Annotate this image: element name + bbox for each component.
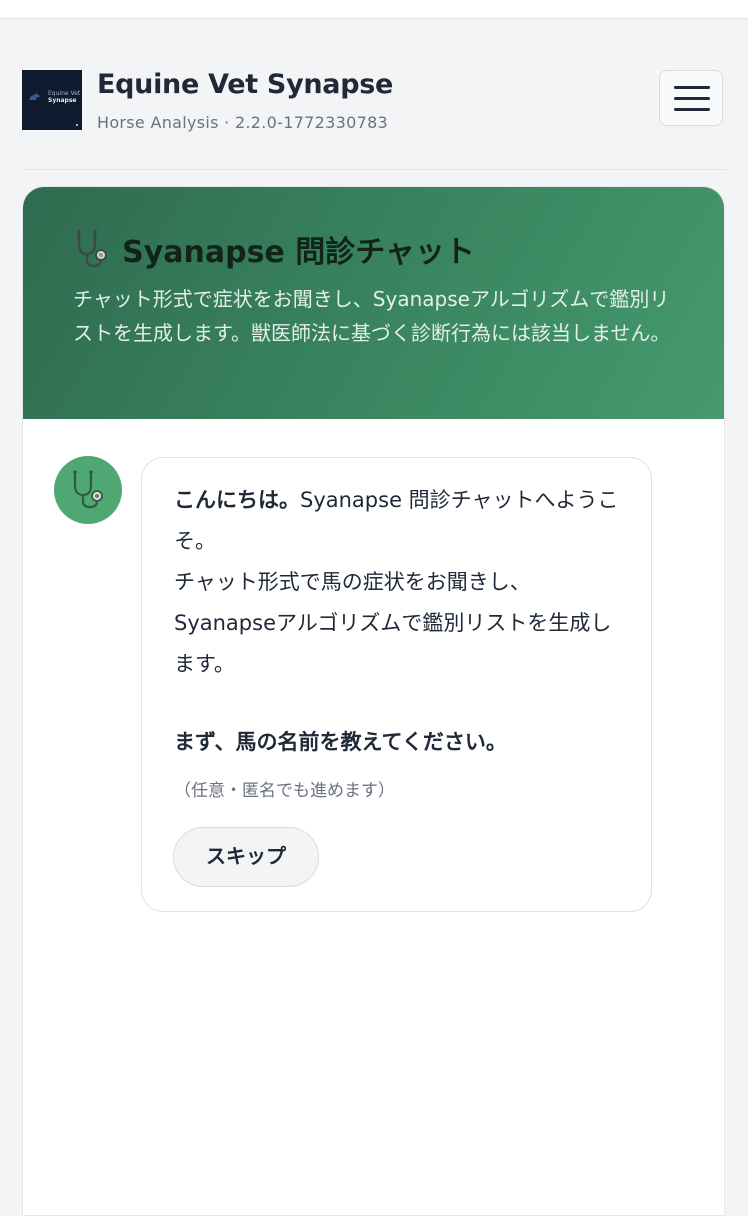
app-logo[interactable]: Equine Vet Synapse [22, 70, 82, 130]
stethoscope-icon [73, 470, 103, 509]
app-subtitle: Horse Analysis · 2.2.0-1772330783 [97, 113, 389, 132]
chat-card: Syanapse 問診チャット チャット形式で症状をお聞きし、Syanapseア… [22, 186, 725, 1216]
message-body: こんにちは。Syanapse 問診チャットへようこそ。 チャット形式で馬の症状を… [174, 480, 622, 685]
menu-button[interactable] [659, 70, 723, 126]
message-line-2: チャット形式で馬の症状をお聞きし、 [174, 570, 531, 594]
message-question: まず、馬の名前を教えてください。 [174, 730, 507, 754]
horse-logo-icon [29, 93, 41, 100]
logo-text-line1: Equine Vet [48, 90, 81, 97]
chat-description: チャット形式で症状をお聞きし、Syanapseアルゴリズムで鑑別リストを生成しま… [73, 287, 671, 345]
header-divider [22, 169, 726, 170]
chat-title: Syanapse 問診チャット [122, 235, 475, 270]
top-strip [0, 0, 748, 19]
app-header: Equine Vet Synapse Equine Vet Synapse Ho… [0, 19, 748, 169]
banner-title: Syanapse 問診チャット [71, 227, 475, 271]
logo-text-line2: Synapse [48, 97, 77, 104]
assistant-avatar [54, 456, 122, 524]
app-title: Equine Vet Synapse [97, 69, 394, 100]
assistant-message-bubble: こんにちは。Syanapse 問診チャットへようこそ。 チャット形式で馬の症状を… [141, 457, 652, 912]
stethoscope-icon [77, 230, 107, 268]
chat-banner: Syanapse 問診チャット チャット形式で症状をお聞きし、Syanapseア… [23, 187, 724, 419]
skip-button[interactable]: スキップ [173, 827, 319, 887]
message-line-3: Syanapseアルゴリズムで鑑別リストを生成します。 [174, 611, 612, 676]
logo-dot [76, 124, 78, 126]
message-note: （任意・匿名でも進めます） [174, 781, 395, 801]
message-greeting: こんにちは。 [174, 488, 300, 512]
